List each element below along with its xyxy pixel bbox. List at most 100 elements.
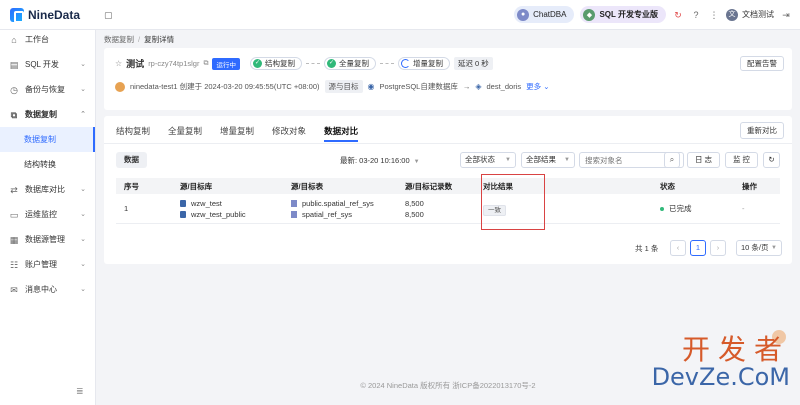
row-action: - bbox=[742, 204, 745, 213]
task-header-card: ☆ 测试 rp-czy74tp1slgr ⧉ 运行中 ✓ 结构复制 ✓ 全量复制 增… bbox=[104, 48, 792, 110]
tab-schema-copy[interactable]: 结构复制 bbox=[116, 122, 150, 142]
sql-pro-button[interactable]: ◆ SQL 开发专业版 bbox=[580, 6, 666, 23]
chevron-down-icon: ⌄ bbox=[80, 286, 86, 293]
recompare-button[interactable]: 重新对比 bbox=[740, 122, 784, 139]
sidebar-item-label: 消息中心 bbox=[25, 285, 57, 294]
prev-page-icon[interactable]: ‹ bbox=[670, 240, 686, 256]
chevron-down-icon: ▼ bbox=[771, 245, 777, 251]
sidebar-item-db-compare[interactable]: ⇄ 数据库对比 ⌄ bbox=[0, 177, 95, 202]
settings-icon[interactable]: ⋮ bbox=[708, 9, 720, 21]
sidebar-item-messages[interactable]: ✉ 消息中心 ⌄ bbox=[0, 277, 95, 302]
table-icon bbox=[291, 210, 297, 218]
stage-incremental[interactable]: 增量复制 bbox=[397, 57, 450, 70]
sidebar-collapse-icon[interactable]: ≣ bbox=[76, 386, 84, 397]
row-tables: public.spatial_ref_sys spatial_ref_sys bbox=[285, 198, 399, 220]
tab-full-copy[interactable]: 全量复制 bbox=[168, 122, 202, 142]
col-status: 状态 bbox=[660, 181, 675, 191]
logo[interactable]: NineData bbox=[10, 7, 100, 23]
sidebar-item-sql[interactable]: ▤ SQL 开发 ⌄ bbox=[0, 52, 95, 77]
chatdba-icon: ● bbox=[517, 8, 530, 21]
row-counts: 8,500 8,500 bbox=[399, 198, 477, 220]
table-header: 序号 源/目标库 源/目标表 源/目标记录数 对比结果 状态 操作 bbox=[116, 178, 780, 194]
chevron-down-icon: ⌄ bbox=[80, 261, 86, 268]
check-icon: ✓ bbox=[252, 59, 262, 68]
monitor-button[interactable]: 监 控 bbox=[725, 152, 758, 168]
stage-label: 增量复制 bbox=[412, 59, 443, 68]
chevron-down-icon: ⌄ bbox=[80, 186, 86, 193]
sidebar-item-label: 数据库对比 bbox=[25, 185, 65, 194]
page-size-select[interactable]: 10 条/页 ▼ bbox=[736, 240, 782, 256]
check-icon: ✓ bbox=[326, 59, 336, 68]
sidebar-item-label: 数据源管理 bbox=[25, 235, 65, 244]
avatar: 文 bbox=[726, 8, 738, 21]
task-title-row: ☆ 测试 rp-czy74tp1slgr ⧉ 运行中 ✓ 结构复制 ✓ 全量复制 增… bbox=[115, 57, 493, 70]
sql-pro-icon: ◆ bbox=[583, 8, 596, 21]
task-id: rp-czy74tp1slgr bbox=[148, 59, 200, 68]
stage-label: 全量复制 bbox=[338, 59, 369, 68]
stage-label: 结构复制 bbox=[264, 59, 295, 68]
user-name: 文档测试 bbox=[742, 10, 774, 19]
data-chip[interactable]: 数据 bbox=[116, 152, 147, 168]
chevron-down-icon: ▼ bbox=[564, 157, 570, 163]
copy-id-icon[interactable]: ⧉ bbox=[203, 60, 208, 68]
sidebar-subitem-schema-convert[interactable]: 结构转换 bbox=[0, 152, 95, 177]
logo-text: NineData bbox=[28, 7, 81, 22]
tab-modify-objects[interactable]: 修改对象 bbox=[272, 122, 306, 142]
chevron-down-icon: ⌄ bbox=[80, 86, 86, 93]
dst-db: wzw_test_public bbox=[191, 209, 246, 219]
sidebar-item-workbench[interactable]: ⌂ 工作台 bbox=[0, 27, 95, 52]
breadcrumb-parent[interactable]: 数据复制 bbox=[104, 35, 134, 44]
sidebar-item-datasource[interactable]: ▦ 数据源管理 ⌄ bbox=[0, 227, 95, 252]
sidebar-item-account[interactable]: ☷ 账户管理 ⌄ bbox=[0, 252, 95, 277]
star-icon[interactable]: ☆ bbox=[115, 59, 122, 68]
page-number[interactable]: 1 bbox=[690, 240, 706, 256]
notification-icon[interactable]: ↻ bbox=[672, 9, 684, 21]
next-page-icon[interactable]: › bbox=[710, 240, 726, 256]
more-link[interactable]: 更多 ⌄ bbox=[526, 81, 549, 92]
doris-icon: ◈ bbox=[475, 82, 482, 91]
chatdba-label: ChatDBA bbox=[533, 10, 567, 19]
tab-data-compare[interactable]: 数据对比 bbox=[324, 122, 359, 142]
src-table: public.spatial_ref_sys bbox=[302, 198, 374, 208]
search-icon[interactable]: ⌕ bbox=[664, 152, 680, 168]
result-filter-select[interactable]: 全部结果 ▼ bbox=[521, 152, 575, 168]
configure-alarm-button[interactable]: 配置告警 bbox=[740, 56, 784, 71]
watermark-line1: 开发者 bbox=[681, 333, 790, 366]
logout-icon[interactable]: ⇥ bbox=[780, 9, 792, 21]
sidebar-item-replication[interactable]: ⧉ 数据复制 ⌃ bbox=[0, 102, 95, 127]
success-dot-icon bbox=[660, 207, 664, 212]
breadcrumb: 数据复制 / 复制详情 bbox=[104, 35, 175, 44]
table-icon bbox=[291, 199, 297, 207]
help-icon[interactable]: ? bbox=[690, 9, 702, 21]
chatdba-button[interactable]: ● ChatDBA bbox=[514, 6, 575, 23]
source-name[interactable]: PostgreSQL自建数据库 bbox=[379, 81, 457, 92]
col-index: 序号 bbox=[124, 181, 139, 191]
refresh-icon[interactable]: ↻ bbox=[763, 152, 780, 168]
stage-connector bbox=[379, 63, 394, 64]
row-dbs: wzw_test wzw_test_public bbox=[172, 198, 285, 220]
sidebar-item-label: 运维监控 bbox=[25, 210, 57, 219]
table-row[interactable]: 1 wzw_test wzw_test_public public.spatia… bbox=[116, 194, 780, 224]
status-filter-select[interactable]: 全部状态 ▼ bbox=[460, 152, 516, 168]
latest-time-select[interactable]: 最新: 03-20 10:16:00 ▼ bbox=[340, 155, 420, 166]
account-icon: ☷ bbox=[9, 259, 19, 270]
dst-table: spatial_ref_sys bbox=[302, 209, 353, 219]
compare-icon: ⇄ bbox=[10, 184, 18, 195]
tab-bar: 结构复制 全量复制 增量复制 修改对象 数据对比 bbox=[116, 122, 359, 142]
top-right-actions: ● ChatDBA ◆ SQL 开发专业版 ↻ ? ⋮ 文 文档测试 ⇥ bbox=[514, 6, 792, 23]
sql-pro-label: SQL 开发专业版 bbox=[599, 10, 658, 19]
tab-incremental-copy[interactable]: 增量复制 bbox=[220, 122, 254, 142]
postgresql-icon: ◉ bbox=[367, 82, 375, 91]
user-menu[interactable]: 文 文档测试 bbox=[726, 8, 774, 21]
target-name[interactable]: dest_doris bbox=[487, 82, 522, 91]
stage-schema[interactable]: ✓ 结构复制 bbox=[249, 57, 302, 70]
log-button[interactable]: 日 志 bbox=[687, 152, 720, 168]
row-status: 已完成 bbox=[656, 203, 738, 214]
tab-divider bbox=[104, 143, 792, 144]
menu-collapse-icon[interactable]: ▢ bbox=[104, 10, 114, 20]
sidebar-subitem-replication[interactable]: 数据复制 bbox=[0, 127, 95, 152]
col-action: 操作 bbox=[742, 181, 757, 191]
sidebar-item-backup[interactable]: ◷ 备份与恢复 ⌄ bbox=[0, 77, 95, 102]
sidebar-item-monitor[interactable]: ▭ 运维监控 ⌄ bbox=[0, 202, 95, 227]
stage-full[interactable]: ✓ 全量复制 bbox=[323, 57, 376, 70]
